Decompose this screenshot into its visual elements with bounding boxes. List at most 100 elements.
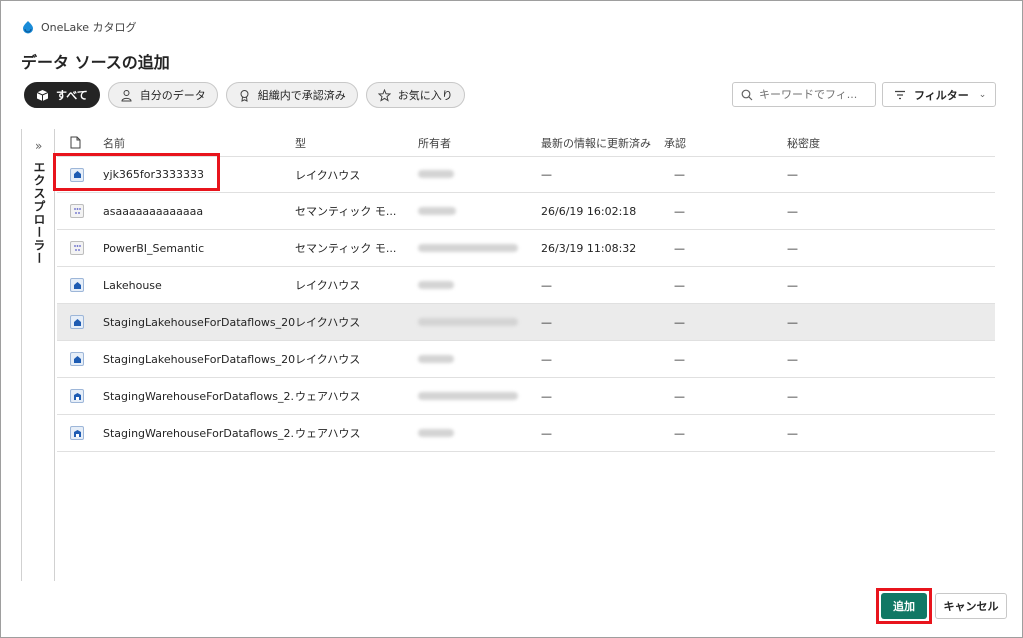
onelake-logo-icon [23, 21, 33, 34]
row-type: セマンティック モ... [295, 205, 397, 218]
filter-button[interactable]: フィルター ⌄ [882, 82, 996, 107]
badge-icon [240, 89, 249, 102]
pill-endorsed[interactable]: 組織内で承認済み [225, 82, 358, 108]
row-updated: — [541, 168, 552, 181]
filter-pills: すべて 自分のデータ 組織内で承認済み お気に入り [24, 82, 465, 108]
row-owner [418, 168, 541, 181]
row-type: レイクハウス [295, 316, 361, 329]
row-endorsement: — [674, 241, 685, 255]
row-updated: 26/3/19 11:08:32 [541, 241, 637, 255]
lakehouse-icon [70, 167, 84, 182]
explorer-rail: » エクスプローラー [21, 129, 55, 581]
row-updated: — [541, 352, 552, 366]
row-type: レイクハウス [295, 353, 361, 366]
row-name: StagingWarehouseForDataflows_2... [103, 426, 295, 440]
search-box[interactable] [732, 82, 876, 107]
row-sensitivity: — [787, 315, 798, 329]
pill-all[interactable]: すべて [24, 82, 100, 108]
row-name: StagingLakehouseForDataflows_20... [103, 315, 295, 329]
row-owner [418, 205, 541, 218]
row-owner [418, 427, 541, 440]
cancel-button[interactable]: キャンセル [935, 593, 1007, 619]
row-endorsement: — [674, 389, 685, 403]
row-name: StagingLakehouseForDataflows_20... [103, 352, 295, 366]
semantic-model-icon [70, 241, 84, 255]
warehouse-icon [70, 426, 84, 440]
search-icon [741, 89, 753, 100]
table-row[interactable]: StagingLakehouseForDataflows_20... レイクハウ… [57, 304, 995, 341]
lakehouse-icon [70, 278, 84, 292]
app-name: OneLake カタログ [41, 21, 137, 34]
row-sensitivity: — [787, 389, 798, 403]
app-header: OneLake カタログ [21, 19, 137, 35]
row-endorsement: — [674, 204, 685, 218]
pill-label: すべて [56, 89, 88, 102]
row-name: yjk365for3333333 [103, 168, 205, 181]
row-type: ウェアハウス [295, 390, 361, 403]
cube-icon [36, 89, 49, 101]
pill-label: 自分のデータ [139, 89, 206, 102]
row-updated: — [541, 278, 552, 292]
table-row[interactable]: Lakehouse レイクハウス — — — [57, 267, 995, 304]
row-owner [418, 390, 541, 403]
column-name[interactable]: 名前 [103, 135, 295, 151]
add-button[interactable]: 追加 [881, 593, 927, 619]
semantic-model-icon [70, 204, 84, 218]
row-sensitivity: — [787, 352, 798, 366]
table-header: 名前 型 所有者 最新の情報に更新済み 承認 秘密度 [57, 129, 995, 156]
table-row[interactable]: yjk365for3333333 レイクハウス — — — [57, 156, 995, 193]
pill-label: 組織内で承認済み [257, 89, 346, 102]
star-icon [377, 88, 391, 102]
lakehouse-icon [70, 352, 84, 366]
table-row[interactable]: asaaaaaaaaaaaaa セマンティック モ... 26/6/19 16:… [57, 193, 995, 230]
catalog-table: 名前 型 所有者 最新の情報に更新済み 承認 秘密度 yjk365for3333… [57, 129, 995, 452]
filter-lines-icon [895, 90, 905, 99]
row-owner [418, 316, 541, 329]
row-sensitivity: — [787, 204, 798, 218]
pill-favorites[interactable]: お気に入り [365, 82, 465, 108]
chevron-down-icon: ⌄ [978, 89, 987, 100]
row-updated: — [541, 315, 552, 329]
row-endorsement: — [674, 426, 685, 440]
pill-label: お気に入り [397, 89, 453, 102]
column-owner[interactable]: 所有者 [418, 135, 541, 151]
row-sensitivity: — [787, 168, 798, 181]
column-updated[interactable]: 最新の情報に更新済み [541, 135, 664, 151]
row-updated: — [541, 426, 552, 440]
row-updated: — [541, 389, 552, 403]
row-endorsement: — [674, 168, 685, 181]
row-type: レイクハウス [295, 168, 361, 182]
row-sensitivity: — [787, 241, 798, 255]
table-row[interactable]: StagingWarehouseForDataflows_2... ウェアハウス… [57, 378, 995, 415]
table-row[interactable]: StagingWarehouseForDataflows_2... ウェアハウス… [57, 415, 995, 452]
row-type: レイクハウス [295, 279, 361, 292]
column-file-icon [57, 136, 103, 149]
row-endorsement: — [674, 278, 685, 292]
column-sensitivity[interactable]: 秘密度 [787, 135, 995, 151]
column-endorsement[interactable]: 承認 [664, 135, 787, 151]
row-updated: 26/6/19 16:02:18 [541, 204, 637, 218]
row-endorsement: — [674, 352, 685, 366]
row-owner [418, 242, 541, 255]
row-name: asaaaaaaaaaaaaa [103, 204, 204, 218]
row-owner [418, 279, 541, 292]
row-endorsement: — [674, 315, 685, 329]
row-sensitivity: — [787, 278, 798, 292]
row-owner [418, 353, 541, 366]
page-title: データ ソースの追加 [21, 53, 170, 72]
row-name: StagingWarehouseForDataflows_2... [103, 389, 295, 403]
lakehouse-icon [70, 315, 84, 329]
expand-chevron-icon[interactable]: » [35, 139, 42, 153]
warehouse-icon [70, 389, 84, 403]
column-type[interactable]: 型 [295, 135, 418, 151]
person-icon [121, 89, 132, 101]
search-input[interactable] [759, 88, 869, 101]
table-row[interactable]: StagingLakehouseForDataflows_20... レイクハウ… [57, 341, 995, 378]
row-type: ウェアハウス [295, 427, 361, 440]
row-sensitivity: — [787, 426, 798, 440]
filter-label: フィルター [914, 88, 969, 102]
pill-my-data[interactable]: 自分のデータ [107, 82, 218, 108]
row-name: Lakehouse [103, 278, 162, 292]
dialog: OneLake カタログ データ ソースの追加 すべて 自分のデータ 組織内で承… [0, 0, 1023, 638]
table-row[interactable]: PowerBI_Semantic セマンティック モ... 26/3/19 11… [57, 230, 995, 267]
